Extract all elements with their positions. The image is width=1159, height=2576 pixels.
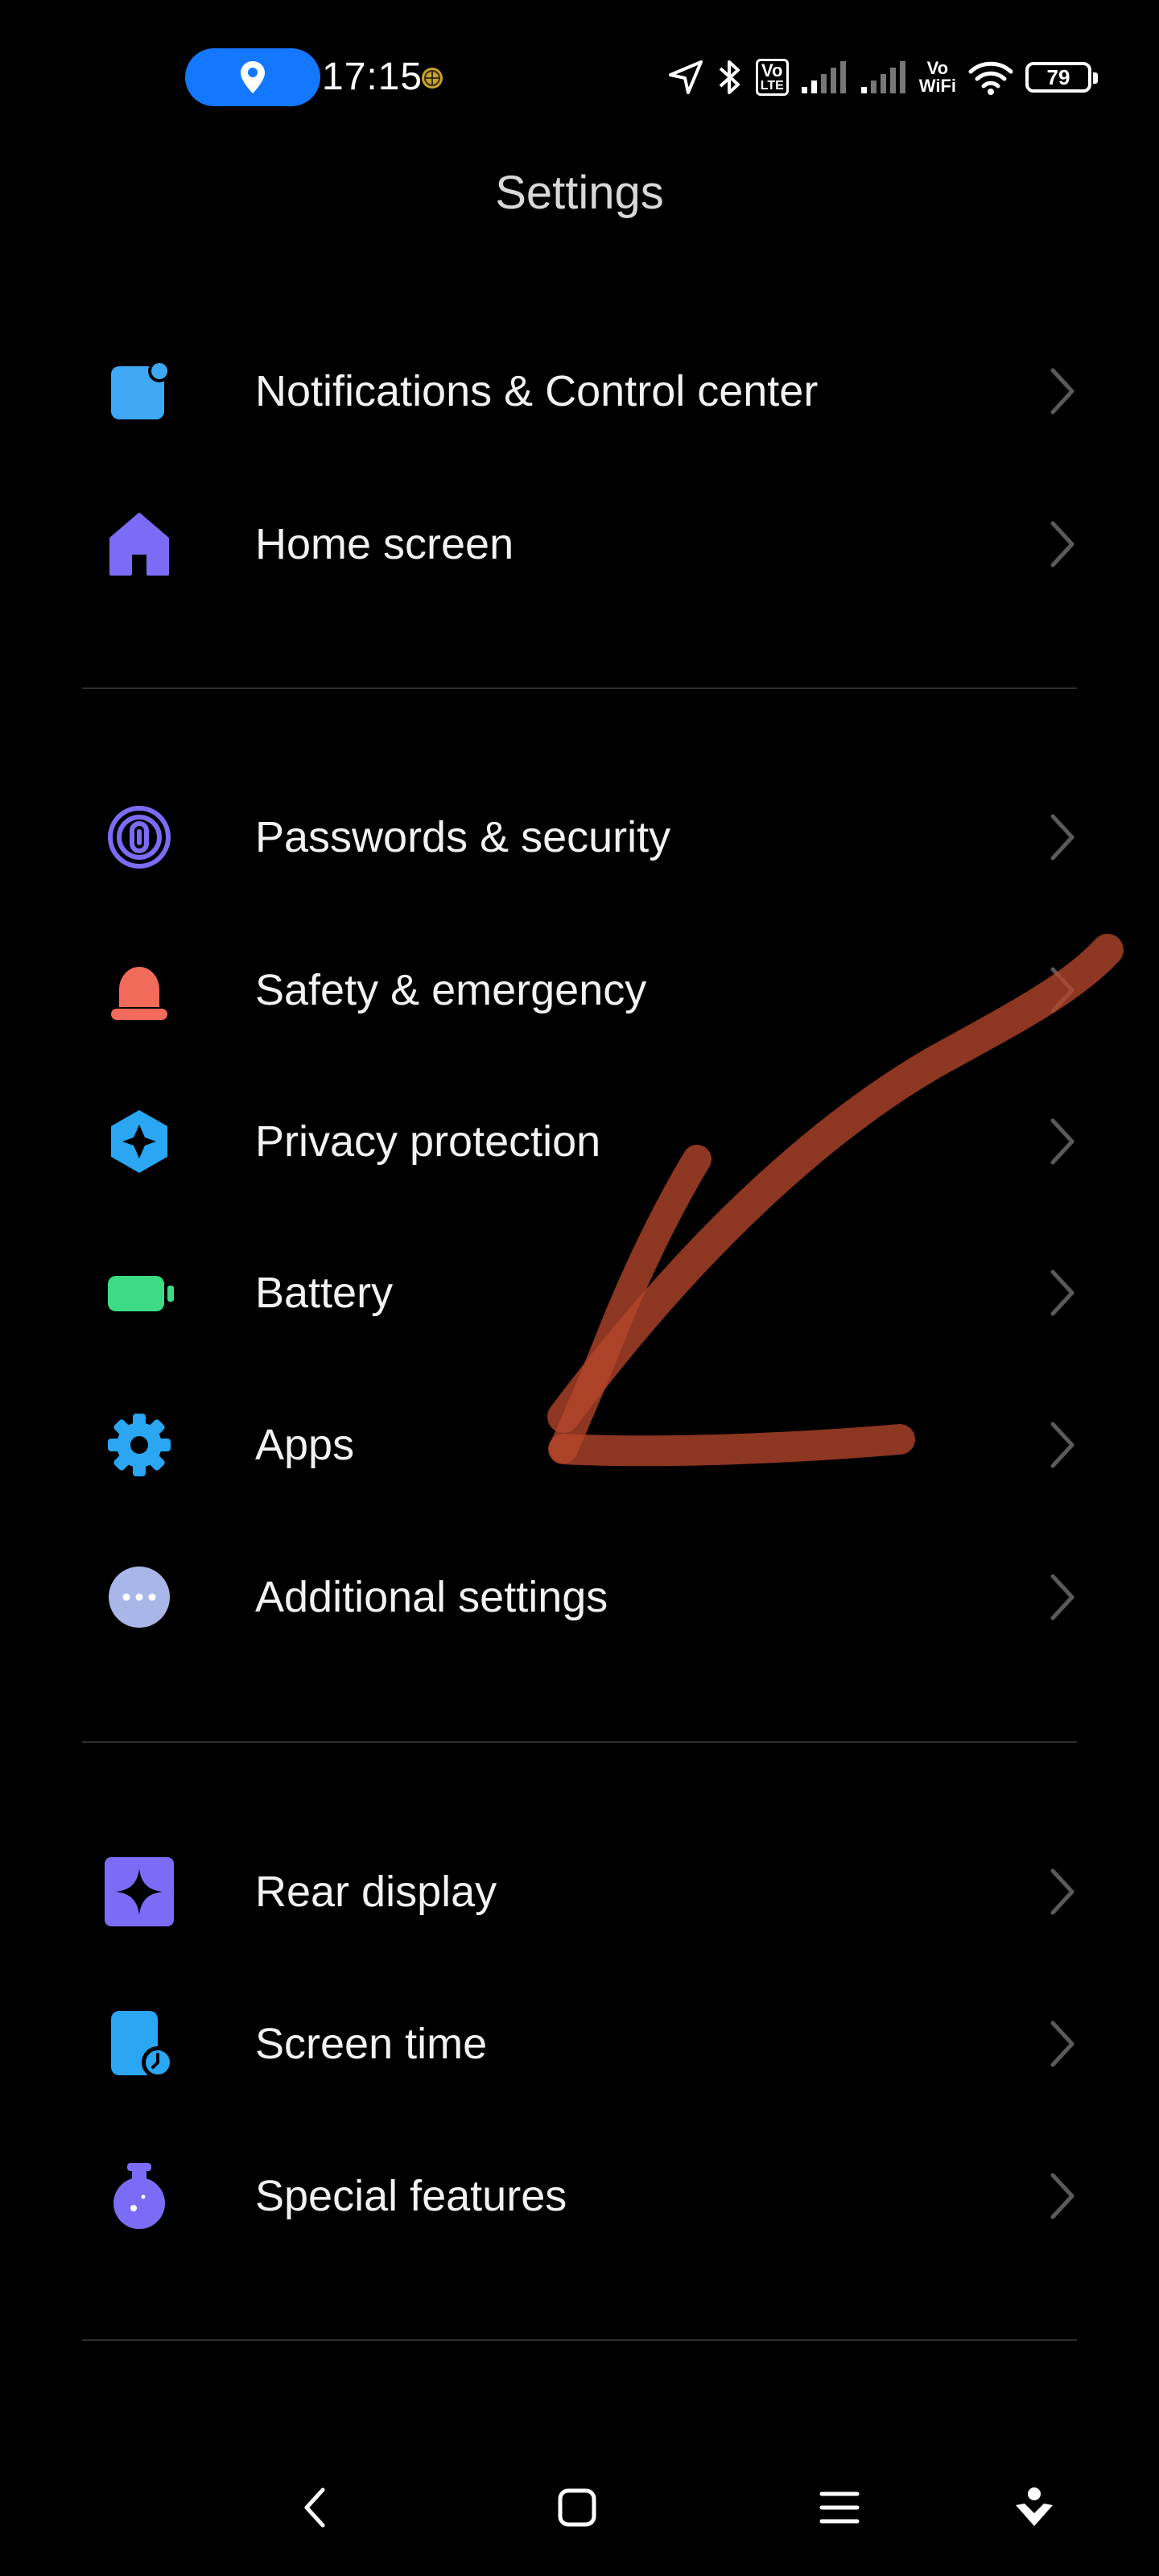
nav-back-button[interactable] [270,2455,359,2560]
volte-badge: Vo LTE [755,59,789,96]
settings-item-label: Privacy protection [255,1117,601,1166]
section-divider [82,687,1077,689]
fingerprint-icon [103,801,175,873]
gear-icon [103,1409,175,1481]
rear-display-icon [103,1856,175,1928]
settings-item-safety-emergency[interactable]: Safety & emergency [0,918,1159,1063]
settings-item-label: Notifications & Control center [255,367,819,415]
chevron-right-icon [1050,368,1074,415]
alarm-bell-icon [103,954,175,1026]
recents-menu-icon [819,2491,860,2524]
status-icons: Vo LTE Vo WiFi 79 [667,53,1098,101]
status-time: 17:15 [322,56,423,98]
settings-item-label: Apps [255,1421,355,1469]
vowifi-badge: Vo WiFi [919,60,956,95]
notification-icon [103,355,175,427]
battery-indicator: 79 [1025,62,1098,93]
section-divider [82,1741,1077,1743]
vowifi-bottom-text: WiFi [918,76,956,96]
settings-item-home-screen[interactable]: Home screen [0,472,1159,617]
settings-item-battery[interactable]: Battery [0,1220,1159,1365]
settings-item-screen-time[interactable]: Screen time [0,1971,1159,2116]
settings-item-label: Passwords & security [255,813,671,861]
chevron-right-icon [1050,2021,1074,2067]
chevron-right-icon [1050,1269,1074,1316]
settings-item-label: Additional settings [255,1573,608,1621]
settings-item-additional-settings[interactable]: Additional settings [0,1525,1159,1670]
chevron-right-icon [1050,521,1074,568]
settings-item-passwords-security[interactable]: Passwords & security [0,765,1159,910]
wifi-icon [968,61,1013,95]
nav-assistant-button[interactable] [990,2455,1079,2560]
location-indicator[interactable] [185,48,320,106]
chevron-right-icon [1050,814,1074,861]
settings-item-rear-display[interactable]: Rear display [0,1819,1159,1964]
settings-item-apps[interactable]: Apps [0,1373,1159,1517]
signal-sim2-icon [860,61,905,93]
back-icon [304,2487,325,2528]
privacy-shield-icon [103,1105,175,1178]
settings-item-privacy-protection[interactable]: Privacy protection [0,1069,1159,1214]
location-pin-icon [241,61,265,93]
chevron-right-icon [1050,1118,1074,1165]
section-divider [82,2339,1077,2341]
settings-item-label: Home screen [255,520,514,568]
nav-recents-button[interactable] [795,2455,884,2560]
signal-sim1-icon [801,61,846,93]
page-title: Settings [495,167,664,219]
settings-item-label: Safety & emergency [255,966,647,1014]
vowifi-top-text: Vo [926,58,949,78]
navigation-bar [0,2455,1159,2560]
chevron-right-icon [1050,1574,1074,1620]
more-dots-icon [103,1561,175,1633]
navigation-arrow-icon [668,60,703,94]
data-saver-icon [422,68,443,89]
home-square-icon [558,2488,596,2527]
bluetooth-icon [719,60,740,94]
assistant-icon [1016,2487,1053,2526]
battery-level-text: 79 [1046,64,1070,89]
settings-item-label: Battery [255,1269,394,1317]
settings-item-label: Screen time [255,2020,488,2068]
chevron-right-icon [1050,1422,1074,1468]
chevron-right-icon [1050,967,1074,1013]
settings-item-special-features[interactable]: Special features [0,2124,1159,2268]
volte-bottom-text: LTE [760,79,784,93]
settings-item-notifications[interactable]: Notifications & Control center [0,319,1159,464]
nav-home-button[interactable] [533,2455,621,2560]
volte-top-text: Vo [761,60,783,80]
battery-icon [103,1257,175,1329]
status-bar: 17:15 Vo LTE Vo WiFi 79 [0,0,1159,153]
settings-item-label: Rear display [255,1868,497,1916]
chevron-right-icon [1050,1868,1074,1915]
chevron-right-icon [1050,2173,1074,2219]
home-icon [103,508,175,580]
screen-time-icon [103,2008,175,2080]
settings-item-label: Special features [255,2172,567,2220]
special-features-icon [103,2160,175,2232]
